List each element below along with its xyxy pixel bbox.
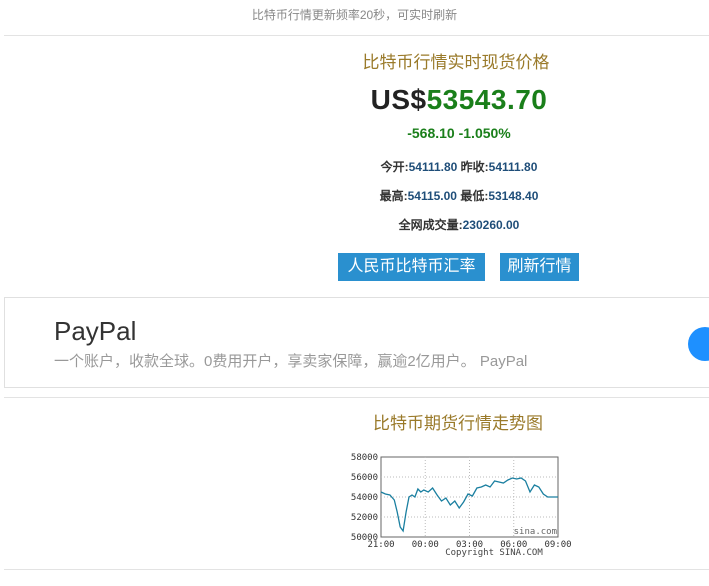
chart-copyright: Copyright SINA.COM: [445, 548, 543, 558]
divider: [4, 569, 709, 570]
y-tick-label: 52000: [351, 513, 378, 523]
chart-watermark: sina.com: [514, 527, 557, 537]
chart-grid: [380, 456, 559, 538]
y-tick-labels: 5000052000540005600058000: [351, 453, 378, 543]
y-tick-label: 54000: [351, 493, 378, 503]
x-tick-label: 00:00: [412, 540, 439, 550]
y-tick-label: 58000: [351, 453, 378, 463]
x-tick-label: 09:00: [544, 540, 571, 550]
futures-chart: 5000052000540005600058000 21:00 00:00 03:0…: [351, 453, 572, 558]
y-tick-label: 56000: [351, 473, 378, 483]
x-tick-label: 21:00: [367, 540, 394, 550]
